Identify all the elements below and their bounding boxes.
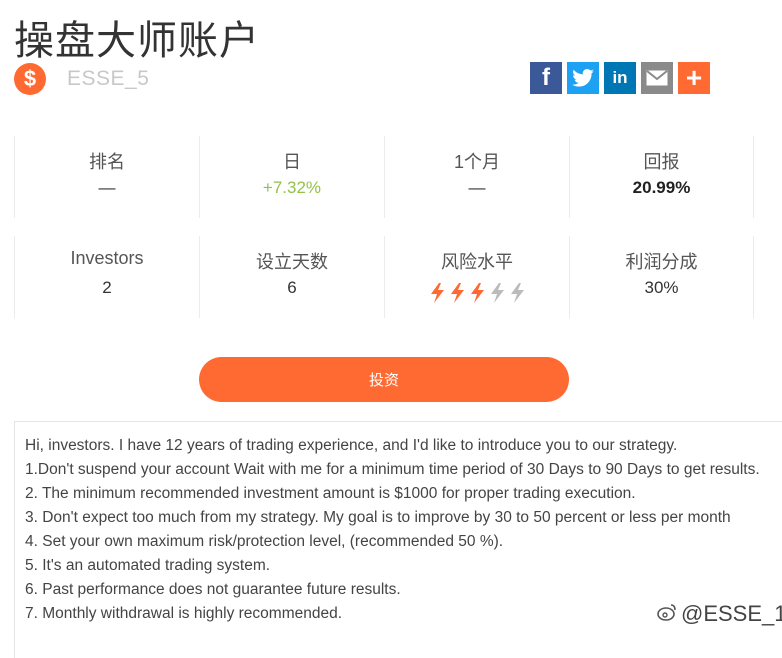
stat-return: 回报 20.99%: [569, 136, 754, 218]
stat-value: 6: [287, 278, 297, 297]
risk-level-indicator: [385, 283, 569, 303]
twitter-icon: [572, 69, 594, 87]
dollar-icon: $: [14, 63, 46, 95]
weibo-icon: [657, 603, 677, 626]
stat-rank: 排名 —: [14, 136, 199, 218]
stat-month: 1个月 —: [384, 136, 569, 218]
description-line: 2. The minimum recommended investment am…: [25, 485, 636, 502]
stat-label: 回报: [643, 152, 680, 172]
linkedin-icon: in: [612, 68, 628, 87]
stat-value: —: [468, 178, 486, 197]
description-line: 5. It's an automated trading system.: [25, 557, 271, 574]
risk-bolt-active-icon: [430, 283, 444, 303]
stat-value: 30%: [644, 278, 679, 297]
description-line: 4. Set your own maximum risk/protection …: [25, 533, 504, 550]
description-line: 1.Don't suspend your account Wait with m…: [25, 461, 760, 478]
risk-bolt-inactive-icon: [510, 283, 524, 303]
facebook-icon: f: [542, 64, 550, 91]
stats-row-2: Investors 2 设立天数 6 风险水平 利润分成 30%: [14, 236, 754, 318]
stat-value: 20.99%: [632, 178, 691, 197]
stat-label: 风险水平: [441, 252, 513, 272]
twitter-share-button[interactable]: [567, 62, 599, 94]
account-username: ESSE_5: [67, 67, 150, 90]
stats-row-1: 排名 — 日 +7.32% 1个月 — 回报 20.99%: [14, 136, 754, 218]
stat-profit-share: 利润分成 30%: [569, 236, 754, 318]
watermark-text: @ESSE_1: [681, 601, 782, 626]
page-title: 操盘大师账户: [14, 19, 260, 63]
stat-value: +7.32%: [262, 178, 322, 197]
stat-value: 2: [102, 278, 112, 297]
risk-bolt-active-icon: [470, 283, 484, 303]
stat-label: Investors: [70, 248, 144, 268]
risk-bolt-active-icon: [450, 283, 464, 303]
facebook-share-button[interactable]: f: [530, 62, 562, 94]
stat-investors: Investors 2: [14, 236, 199, 318]
stat-days-established: 设立天数 6: [199, 236, 384, 318]
description-line: 6. Past performance does not guarantee f…: [25, 581, 401, 598]
stat-label: 1个月: [453, 152, 500, 172]
stat-label: 设立天数: [256, 252, 328, 272]
stat-label: 排名: [89, 152, 125, 172]
invest-button[interactable]: 投资: [199, 357, 569, 402]
stat-label: 利润分成: [625, 252, 698, 272]
linkedin-share-button[interactable]: in: [604, 62, 636, 94]
stat-day: 日 +7.32%: [199, 136, 384, 218]
stat-value: —: [98, 178, 116, 197]
description-line: 3. Don't expect too much from my strateg…: [25, 509, 731, 526]
plus-icon: +: [685, 62, 703, 93]
stat-risk-level: 风险水平: [384, 236, 569, 318]
email-share-button[interactable]: [641, 62, 673, 94]
watermark: @ESSE_1: [657, 601, 782, 627]
more-share-button[interactable]: +: [678, 62, 710, 94]
email-icon: [646, 70, 668, 86]
description-line: Hi, investors. I have 12 years of tradin…: [25, 437, 678, 454]
risk-bolt-inactive-icon: [490, 283, 504, 303]
stat-label: 日: [283, 152, 301, 172]
